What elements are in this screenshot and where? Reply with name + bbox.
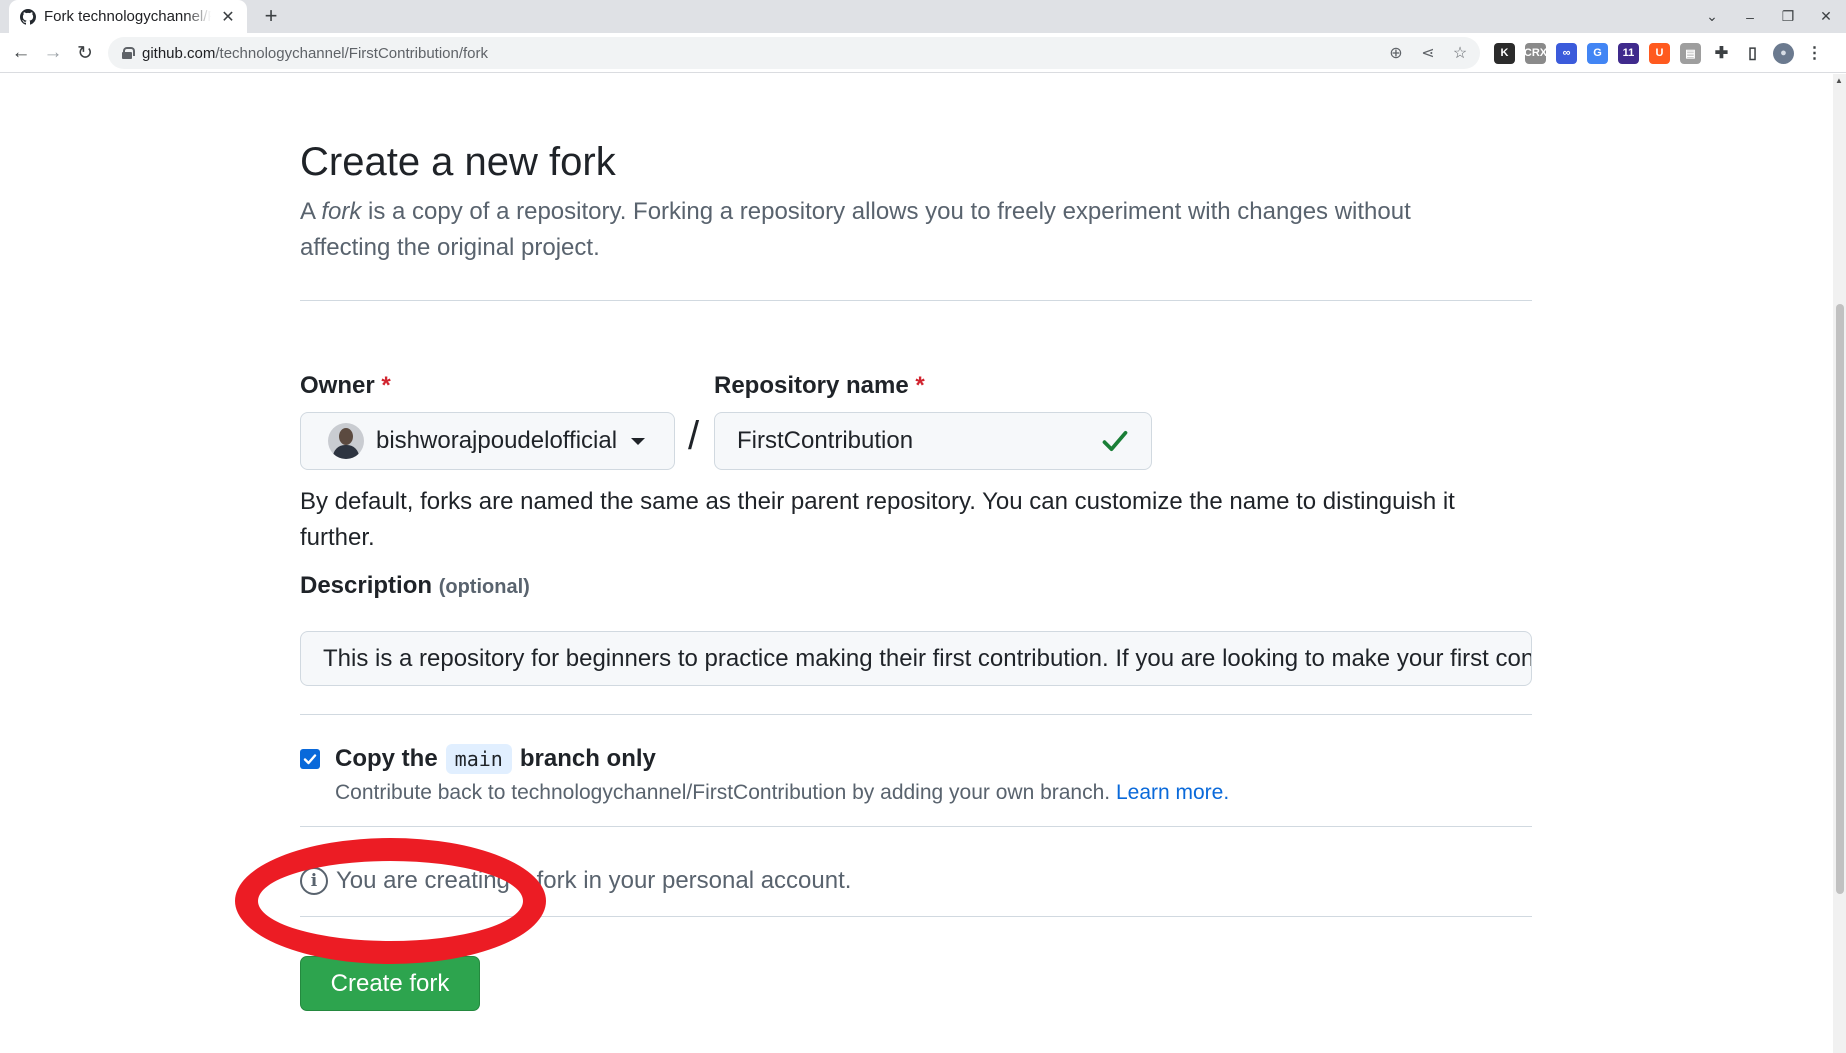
valid-check-icon bbox=[1102, 430, 1128, 452]
tab-search-icon[interactable]: ⌄ bbox=[1700, 8, 1724, 25]
required-asterisk: * bbox=[915, 372, 925, 399]
subtitle-part: is a copy of a repository. Forking a rep… bbox=[300, 198, 1411, 261]
owner-repo-separator: / bbox=[688, 414, 700, 458]
owner-label-text: Owner bbox=[300, 372, 375, 399]
bookmark-star-icon[interactable]: ☆ bbox=[1450, 43, 1470, 63]
required-asterisk: * bbox=[381, 372, 391, 399]
back-icon[interactable]: ← bbox=[8, 40, 34, 66]
extensions-bar: K CRX ∞ G 11 U ▤ ✚ ▯ ● ⋮ bbox=[1494, 40, 1825, 66]
copy-main-branch-label[interactable]: Copy the main branch only bbox=[335, 744, 656, 774]
page-subtitle: A fork is a copy of a repository. Forkin… bbox=[300, 194, 1480, 266]
browser-tabstrip: Fork technologychannel/FirstContribution… bbox=[0, 0, 1846, 33]
copy-note-text: Contribute back to technologychannel/Fir… bbox=[335, 781, 1111, 804]
divider bbox=[300, 826, 1532, 827]
u-extension-icon[interactable]: U bbox=[1649, 42, 1670, 64]
scrollbar-thumb[interactable] bbox=[1836, 304, 1844, 894]
new-tab-button[interactable]: + bbox=[259, 3, 283, 28]
omnibox-actions: ⊕ ⋖ ☆ bbox=[1386, 37, 1470, 69]
repo-name-input[interactable]: FirstContribution bbox=[714, 412, 1152, 470]
reload-icon[interactable]: ↻ bbox=[72, 40, 98, 66]
url-text: github.com/technologychannel/FirstContri… bbox=[142, 45, 488, 62]
page-title: Create a new fork bbox=[300, 140, 616, 184]
translate-extension-icon[interactable]: G bbox=[1587, 42, 1608, 64]
divider bbox=[300, 916, 1532, 917]
repo-name-label: Repository name * bbox=[714, 372, 925, 400]
page-viewport: Create a new fork A fork is a copy of a … bbox=[0, 74, 1833, 1053]
browser-tab-active[interactable]: Fork technologychannel/FirstContribution… bbox=[9, 0, 247, 33]
close-window-icon[interactable]: ✕ bbox=[1814, 8, 1838, 25]
description-label-text: Description bbox=[300, 572, 433, 599]
link-extension-icon[interactable]: ∞ bbox=[1556, 42, 1577, 64]
url-host: github.com bbox=[142, 44, 216, 62]
repo-name-hint: By default, forks are named the same as … bbox=[300, 488, 1455, 551]
address-bar[interactable]: github.com/technologychannel/FirstContri… bbox=[108, 37, 1480, 69]
repo-label-text: Repository name bbox=[714, 372, 909, 399]
zoom-icon[interactable]: ⊕ bbox=[1386, 43, 1406, 63]
page-scrollbar[interactable]: ▲ bbox=[1833, 74, 1846, 1053]
divider bbox=[300, 714, 1532, 715]
url-path: /technologychannel/FirstContribution/for… bbox=[215, 44, 489, 62]
create-fork-button[interactable]: Create fork bbox=[300, 956, 480, 1011]
learn-more-link[interactable]: Learn more. bbox=[1116, 781, 1229, 804]
divider bbox=[300, 300, 1532, 301]
repo-name-value: FirstContribution bbox=[737, 427, 914, 454]
forward-icon[interactable]: → bbox=[40, 40, 66, 66]
copy-main-branch-checkbox[interactable] bbox=[300, 749, 320, 769]
branch-code: main bbox=[445, 744, 512, 774]
k-extension-icon[interactable]: K bbox=[1494, 42, 1515, 64]
minimize-icon[interactable]: – bbox=[1738, 9, 1762, 25]
description-input[interactable]: This is a repository for beginners to pr… bbox=[300, 631, 1532, 686]
checkmark-icon bbox=[303, 754, 317, 765]
github-icon bbox=[19, 8, 36, 25]
copy-label-part: Copy the bbox=[335, 745, 438, 772]
avatar bbox=[328, 423, 364, 459]
description-value: This is a repository for beginners to pr… bbox=[323, 644, 1532, 672]
description-label: Description (optional) bbox=[300, 572, 530, 600]
window-controls: ⌄ – ❐ ✕ bbox=[1700, 0, 1838, 33]
info-icon: i bbox=[300, 867, 328, 895]
puzzle-extension-icon[interactable]: ✚ bbox=[1711, 43, 1732, 64]
sidepanel-icon[interactable]: ▯ bbox=[1742, 43, 1763, 64]
tab-close-icon[interactable]: ✕ bbox=[219, 7, 237, 27]
copy-main-branch-note: Contribute back to technologychannel/Fir… bbox=[335, 781, 1229, 805]
menu-kebab-icon[interactable]: ⋮ bbox=[1804, 43, 1825, 64]
graduation-extension-icon[interactable]: 11 bbox=[1618, 42, 1639, 64]
copy-label-part: branch only bbox=[519, 745, 656, 772]
owner-name: bishworajpoudelofficial bbox=[376, 427, 618, 454]
lock-icon[interactable] bbox=[122, 47, 135, 59]
share-icon[interactable]: ⋖ bbox=[1418, 43, 1438, 63]
scroll-up-icon[interactable]: ▲ bbox=[1835, 76, 1843, 85]
owner-label: Owner * bbox=[300, 372, 391, 400]
subtitle-part: A bbox=[300, 198, 322, 225]
reader-extension-icon[interactable]: ▤ bbox=[1680, 42, 1701, 64]
optional-tag: (optional) bbox=[438, 576, 530, 598]
subtitle-emphasis: fork bbox=[321, 198, 362, 225]
browser-toolbar: ← → ↻ github.com/technologychannel/First… bbox=[0, 33, 1846, 73]
personal-account-notice: i You are creating a fork in your person… bbox=[300, 867, 851, 895]
notice-text: You are creating a fork in your personal… bbox=[336, 867, 852, 894]
caret-down-icon bbox=[631, 437, 646, 445]
restore-icon[interactable]: ❐ bbox=[1776, 8, 1800, 25]
crx-extension-icon[interactable]: CRX bbox=[1524, 42, 1547, 64]
owner-dropdown[interactable]: bishworajpoudelofficial bbox=[300, 412, 675, 470]
tab-title: Fork technologychannel/FirstContribution bbox=[44, 8, 211, 25]
profile-avatar-icon[interactable]: ● bbox=[1773, 42, 1794, 64]
